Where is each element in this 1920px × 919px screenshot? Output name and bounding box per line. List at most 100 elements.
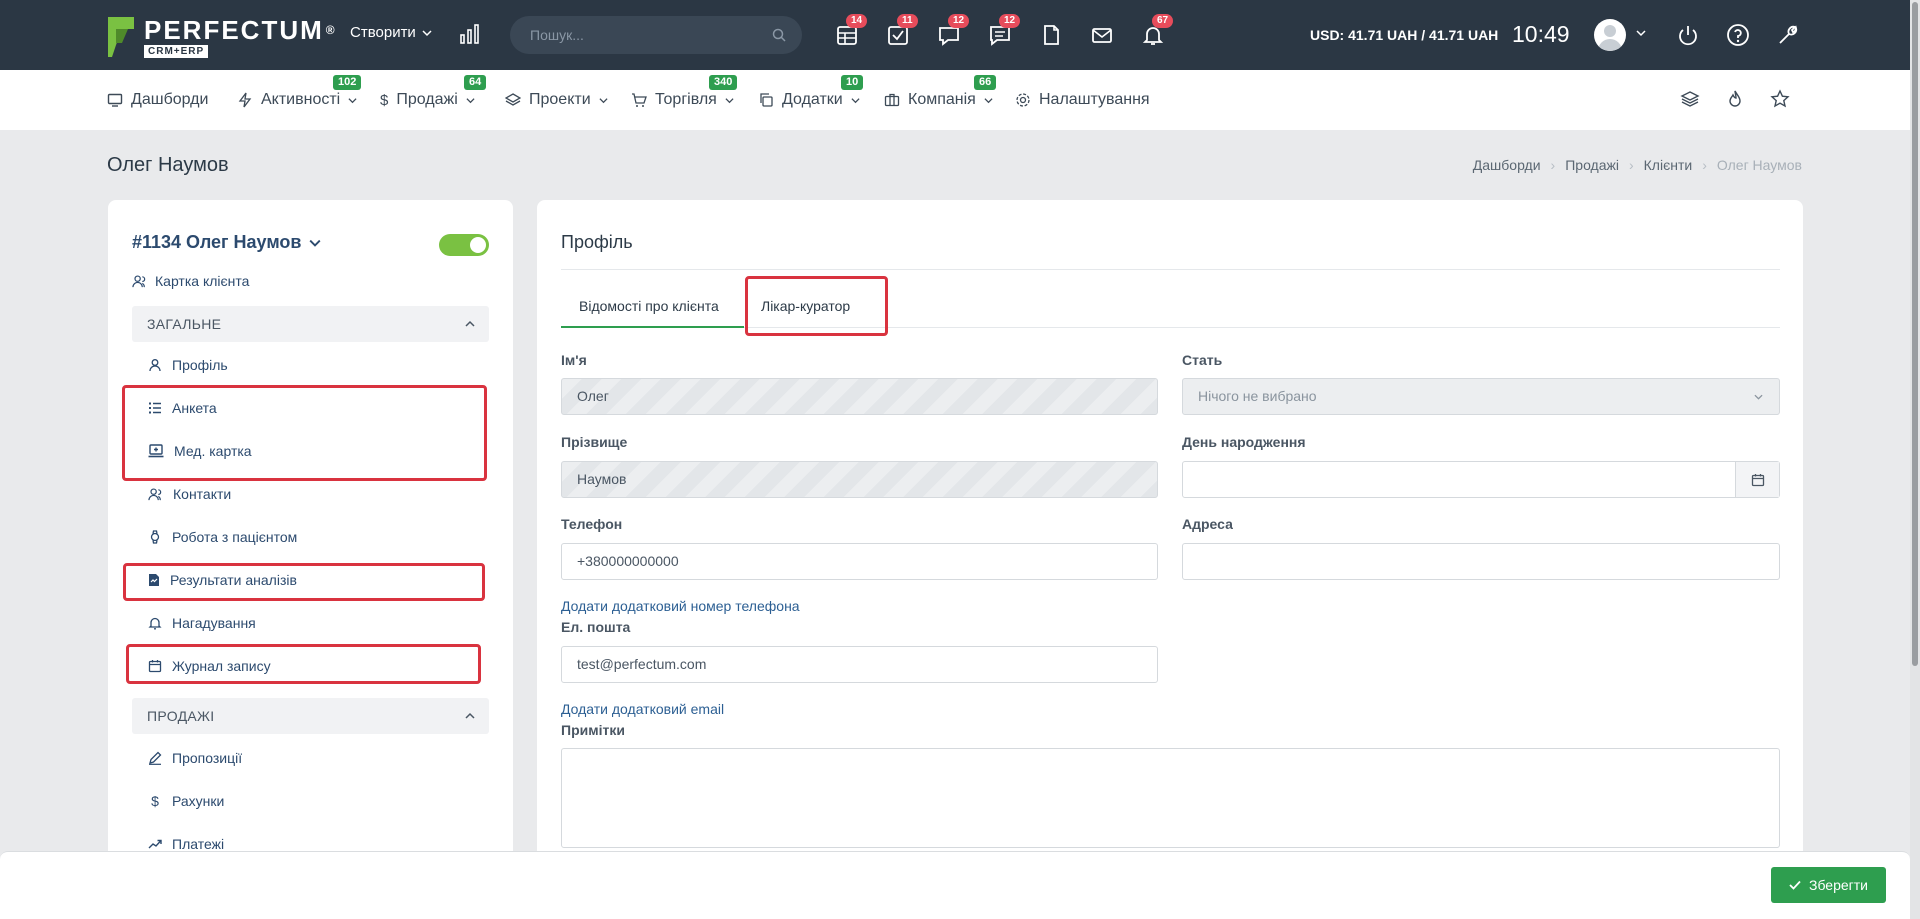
nav-trade[interactable]: Торгівля 340 — [631, 75, 738, 109]
menu-patient-work[interactable]: Робота з пацієнтом — [148, 529, 297, 545]
documents-button[interactable] — [1038, 22, 1064, 48]
breadcrumb: Дашборди › Продажі › Клієнти › Олег Наум… — [1473, 157, 1802, 173]
chevron-down-icon — [984, 97, 993, 103]
add-email-link[interactable]: Додати додатковий email — [561, 701, 724, 717]
layers-icon — [505, 93, 521, 106]
nav-badge: 66 — [974, 75, 997, 90]
chevron-down-icon — [309, 239, 321, 247]
breadcrumb-separator: › — [1628, 157, 1634, 173]
highlight-box — [126, 644, 481, 684]
nav-badge: 340 — [709, 75, 738, 90]
menu-label: Нагадування — [172, 615, 256, 631]
tasks-button[interactable]: 11 — [885, 14, 918, 48]
chevron-down-icon — [725, 97, 734, 103]
power-icon[interactable] — [1675, 22, 1701, 48]
nav-badge: 102 — [333, 75, 362, 90]
wrench-icon[interactable] — [1775, 22, 1801, 48]
gender-label: Стать — [1182, 352, 1223, 368]
breadcrumb-item[interactable]: Продажі — [1565, 157, 1619, 173]
bar-chart-icon[interactable] — [458, 22, 482, 46]
scrollbar-thumb[interactable] — [1912, 2, 1918, 666]
highlight-box — [123, 563, 485, 601]
logo[interactable]: PERFECTUM ® CRM+ERP — [106, 14, 335, 60]
check-icon — [1789, 880, 1801, 890]
bell-icon — [148, 617, 162, 630]
menu-label: Рахунки — [172, 793, 225, 809]
nav-sales[interactable]: $ Продажі 64 — [380, 75, 487, 109]
menu-profile[interactable]: Профіль — [148, 357, 228, 373]
logo-mark-icon — [108, 17, 134, 57]
document-icon — [1044, 25, 1059, 45]
mail-button[interactable] — [1089, 22, 1115, 48]
nav-badge: 10 — [841, 75, 864, 90]
lightning-icon — [238, 92, 252, 108]
create-dropdown[interactable]: Створити — [350, 24, 432, 41]
search-input[interactable] — [530, 16, 770, 54]
chat-button[interactable]: 12 — [936, 14, 970, 48]
nav-label: Дашборди — [131, 91, 209, 108]
briefcase-icon — [884, 93, 900, 107]
client-card-label: Картка клієнта — [155, 273, 250, 289]
section-general-header[interactable]: ЗАГАЛЬНЕ — [132, 306, 489, 342]
birthday-field[interactable] — [1182, 461, 1780, 498]
user-avatar-icon — [1598, 25, 1622, 51]
tab-client-info[interactable]: Відомості про клієнта — [579, 298, 719, 314]
nav-dashboards[interactable]: Дашборди — [107, 91, 208, 109]
date-picker-button[interactable] — [1735, 462, 1779, 497]
last-name-field: Наумов — [561, 461, 1158, 498]
help-icon[interactable] — [1725, 22, 1751, 48]
nav-settings[interactable]: Налаштування — [1015, 91, 1150, 109]
notifications-button[interactable]: 67 — [1140, 14, 1174, 48]
calendar-table-button[interactable]: 14 — [834, 14, 868, 48]
email-field[interactable]: test@perfectum.com — [561, 646, 1158, 683]
menu-contacts[interactable]: Контакти — [148, 486, 231, 502]
profile-title: Профіль — [561, 232, 633, 252]
breadcrumb-item[interactable]: Дашборди — [1473, 157, 1541, 173]
add-phone-link[interactable]: Додати додатковий номер телефона — [561, 598, 800, 614]
phone-field[interactable]: +380000000000 — [561, 543, 1158, 580]
client-active-toggle[interactable] — [439, 234, 489, 256]
nav-label: Налаштування — [1039, 91, 1150, 108]
notes-textarea[interactable] — [561, 748, 1780, 848]
client-card-link[interactable]: Картка клієнта — [132, 273, 249, 289]
menu-proposals[interactable]: Пропозиції — [148, 750, 242, 766]
messages-button[interactable]: 12 — [987, 14, 1021, 48]
avatar[interactable] — [1594, 19, 1626, 51]
nav-company[interactable]: Компанія 66 — [884, 75, 997, 109]
nav-activities[interactable]: Активності 102 — [237, 75, 362, 109]
create-label: Створити — [350, 24, 416, 41]
fire-icon[interactable] — [1725, 89, 1745, 109]
cart-icon — [632, 93, 647, 107]
section-title: ЗАГАЛЬНЕ — [147, 316, 222, 332]
section-title: ПРОДАЖІ — [147, 708, 215, 724]
section-sales-header[interactable]: ПРОДАЖІ — [132, 698, 489, 734]
highlight-box — [745, 276, 888, 336]
notifications-badge: 67 — [1152, 14, 1174, 28]
nav-projects[interactable]: Проекти — [505, 91, 608, 109]
save-button[interactable]: Зберегти — [1771, 867, 1886, 903]
menu-invoices[interactable]: $ Рахунки — [148, 793, 224, 809]
client-title-dropdown[interactable]: #1134 Олег Наумов — [132, 232, 321, 253]
users-icon — [148, 487, 162, 500]
star-icon[interactable] — [1770, 89, 1790, 109]
menu-reminders[interactable]: Нагадування — [148, 615, 256, 631]
dollar-icon: $ — [151, 793, 159, 809]
layers-icon[interactable] — [1680, 89, 1700, 109]
menu-payments[interactable]: Платежі — [148, 836, 224, 852]
client-title: #1134 Олег Наумов — [132, 232, 302, 252]
pencil-icon — [149, 751, 162, 765]
gender-value: Нічого не вибрано — [1198, 388, 1317, 404]
gender-select[interactable]: Нічого не вибрано — [1182, 378, 1780, 415]
breadcrumb-item[interactable]: Клієнти — [1644, 157, 1693, 173]
breadcrumb-separator: › — [1702, 157, 1707, 173]
top-bar: PERFECTUM® CRM+ERP Створити 14 11 12 12 — [0, 0, 1920, 70]
address-field[interactable] — [1182, 543, 1780, 580]
profile-card: Профіль Відомості про клієнта Лікар-кура… — [537, 200, 1803, 880]
nav-label: Компанія — [908, 91, 976, 108]
client-sidebar: #1134 Олег Наумов Картка клієнта ЗАГАЛЬН… — [108, 200, 513, 860]
search-icon[interactable] — [772, 28, 786, 42]
nav-label: Додатки — [782, 91, 843, 108]
menu-label: Пропозиції — [172, 750, 243, 766]
nav-addons[interactable]: Додатки 10 — [758, 75, 864, 109]
chevron-down-icon[interactable] — [1636, 28, 1646, 38]
